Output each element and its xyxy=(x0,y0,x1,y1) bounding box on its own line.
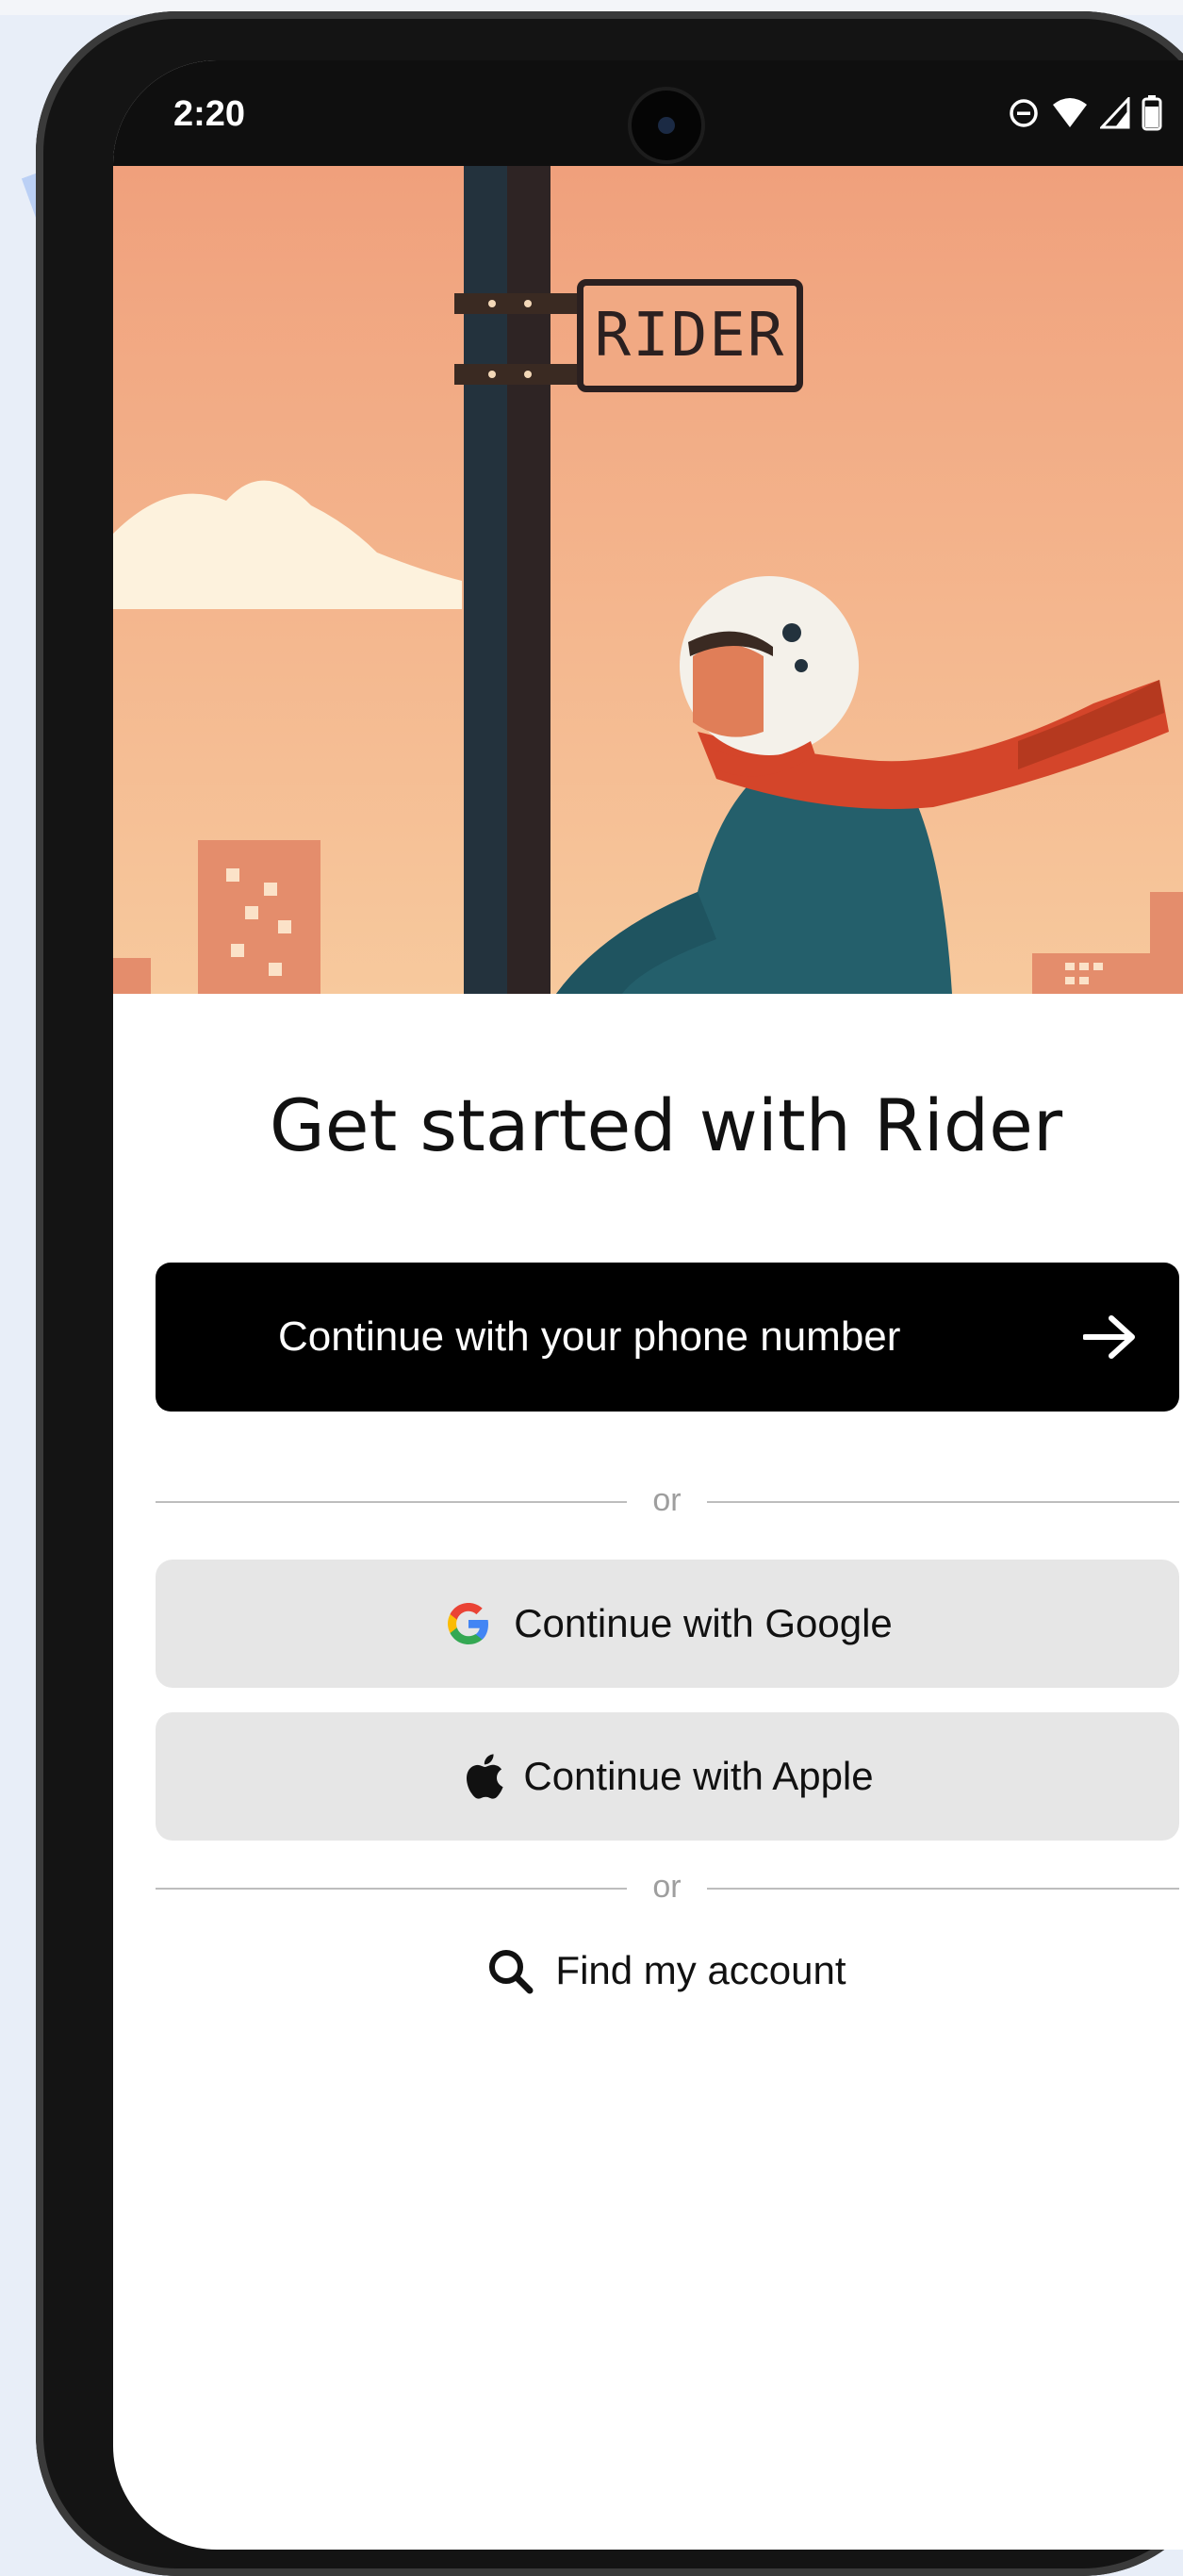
rider-sign-text: RIDER xyxy=(594,301,786,371)
signal-icon xyxy=(1100,97,1130,129)
phone-screen: 2:20 RIDER Get started with Rider Contin… xyxy=(113,60,1183,2550)
continue-phone-label: Continue with your phone number xyxy=(278,1313,901,1360)
find-account-link[interactable]: Find my account xyxy=(113,1946,1183,1995)
continue-google-button[interactable]: Continue with Google xyxy=(156,1560,1179,1688)
arrow-right-icon xyxy=(1083,1315,1135,1359)
google-icon xyxy=(448,1603,489,1644)
divider-text: or xyxy=(652,1869,682,1905)
continue-apple-label: Continue with Apple xyxy=(523,1754,874,1798)
find-account-label: Find my account xyxy=(555,1948,846,1992)
front-camera xyxy=(632,91,701,160)
search-icon xyxy=(489,1950,534,1994)
divider-or-2: or xyxy=(156,1869,1179,1907)
battery-icon xyxy=(1142,95,1162,131)
apple-icon xyxy=(467,1754,503,1799)
phone-frame: 2:20 RIDER Get started with Rider Contin… xyxy=(36,11,1183,2576)
do-not-disturb-icon xyxy=(1010,99,1038,127)
page-title: Get started with Rider xyxy=(269,1083,1063,1167)
divider-or-1: or xyxy=(156,1482,1179,1520)
continue-phone-button[interactable]: Continue with your phone number xyxy=(156,1263,1179,1412)
status-bar: 2:20 xyxy=(113,60,1183,166)
status-time: 2:20 xyxy=(173,94,246,134)
status-icons xyxy=(1008,94,1162,132)
divider-text: or xyxy=(652,1482,682,1518)
continue-google-label: Continue with Google xyxy=(514,1601,893,1645)
rider-sign: RIDER xyxy=(577,279,803,392)
continue-apple-button[interactable]: Continue with Apple xyxy=(156,1712,1179,1841)
wifi-icon xyxy=(1053,98,1087,127)
